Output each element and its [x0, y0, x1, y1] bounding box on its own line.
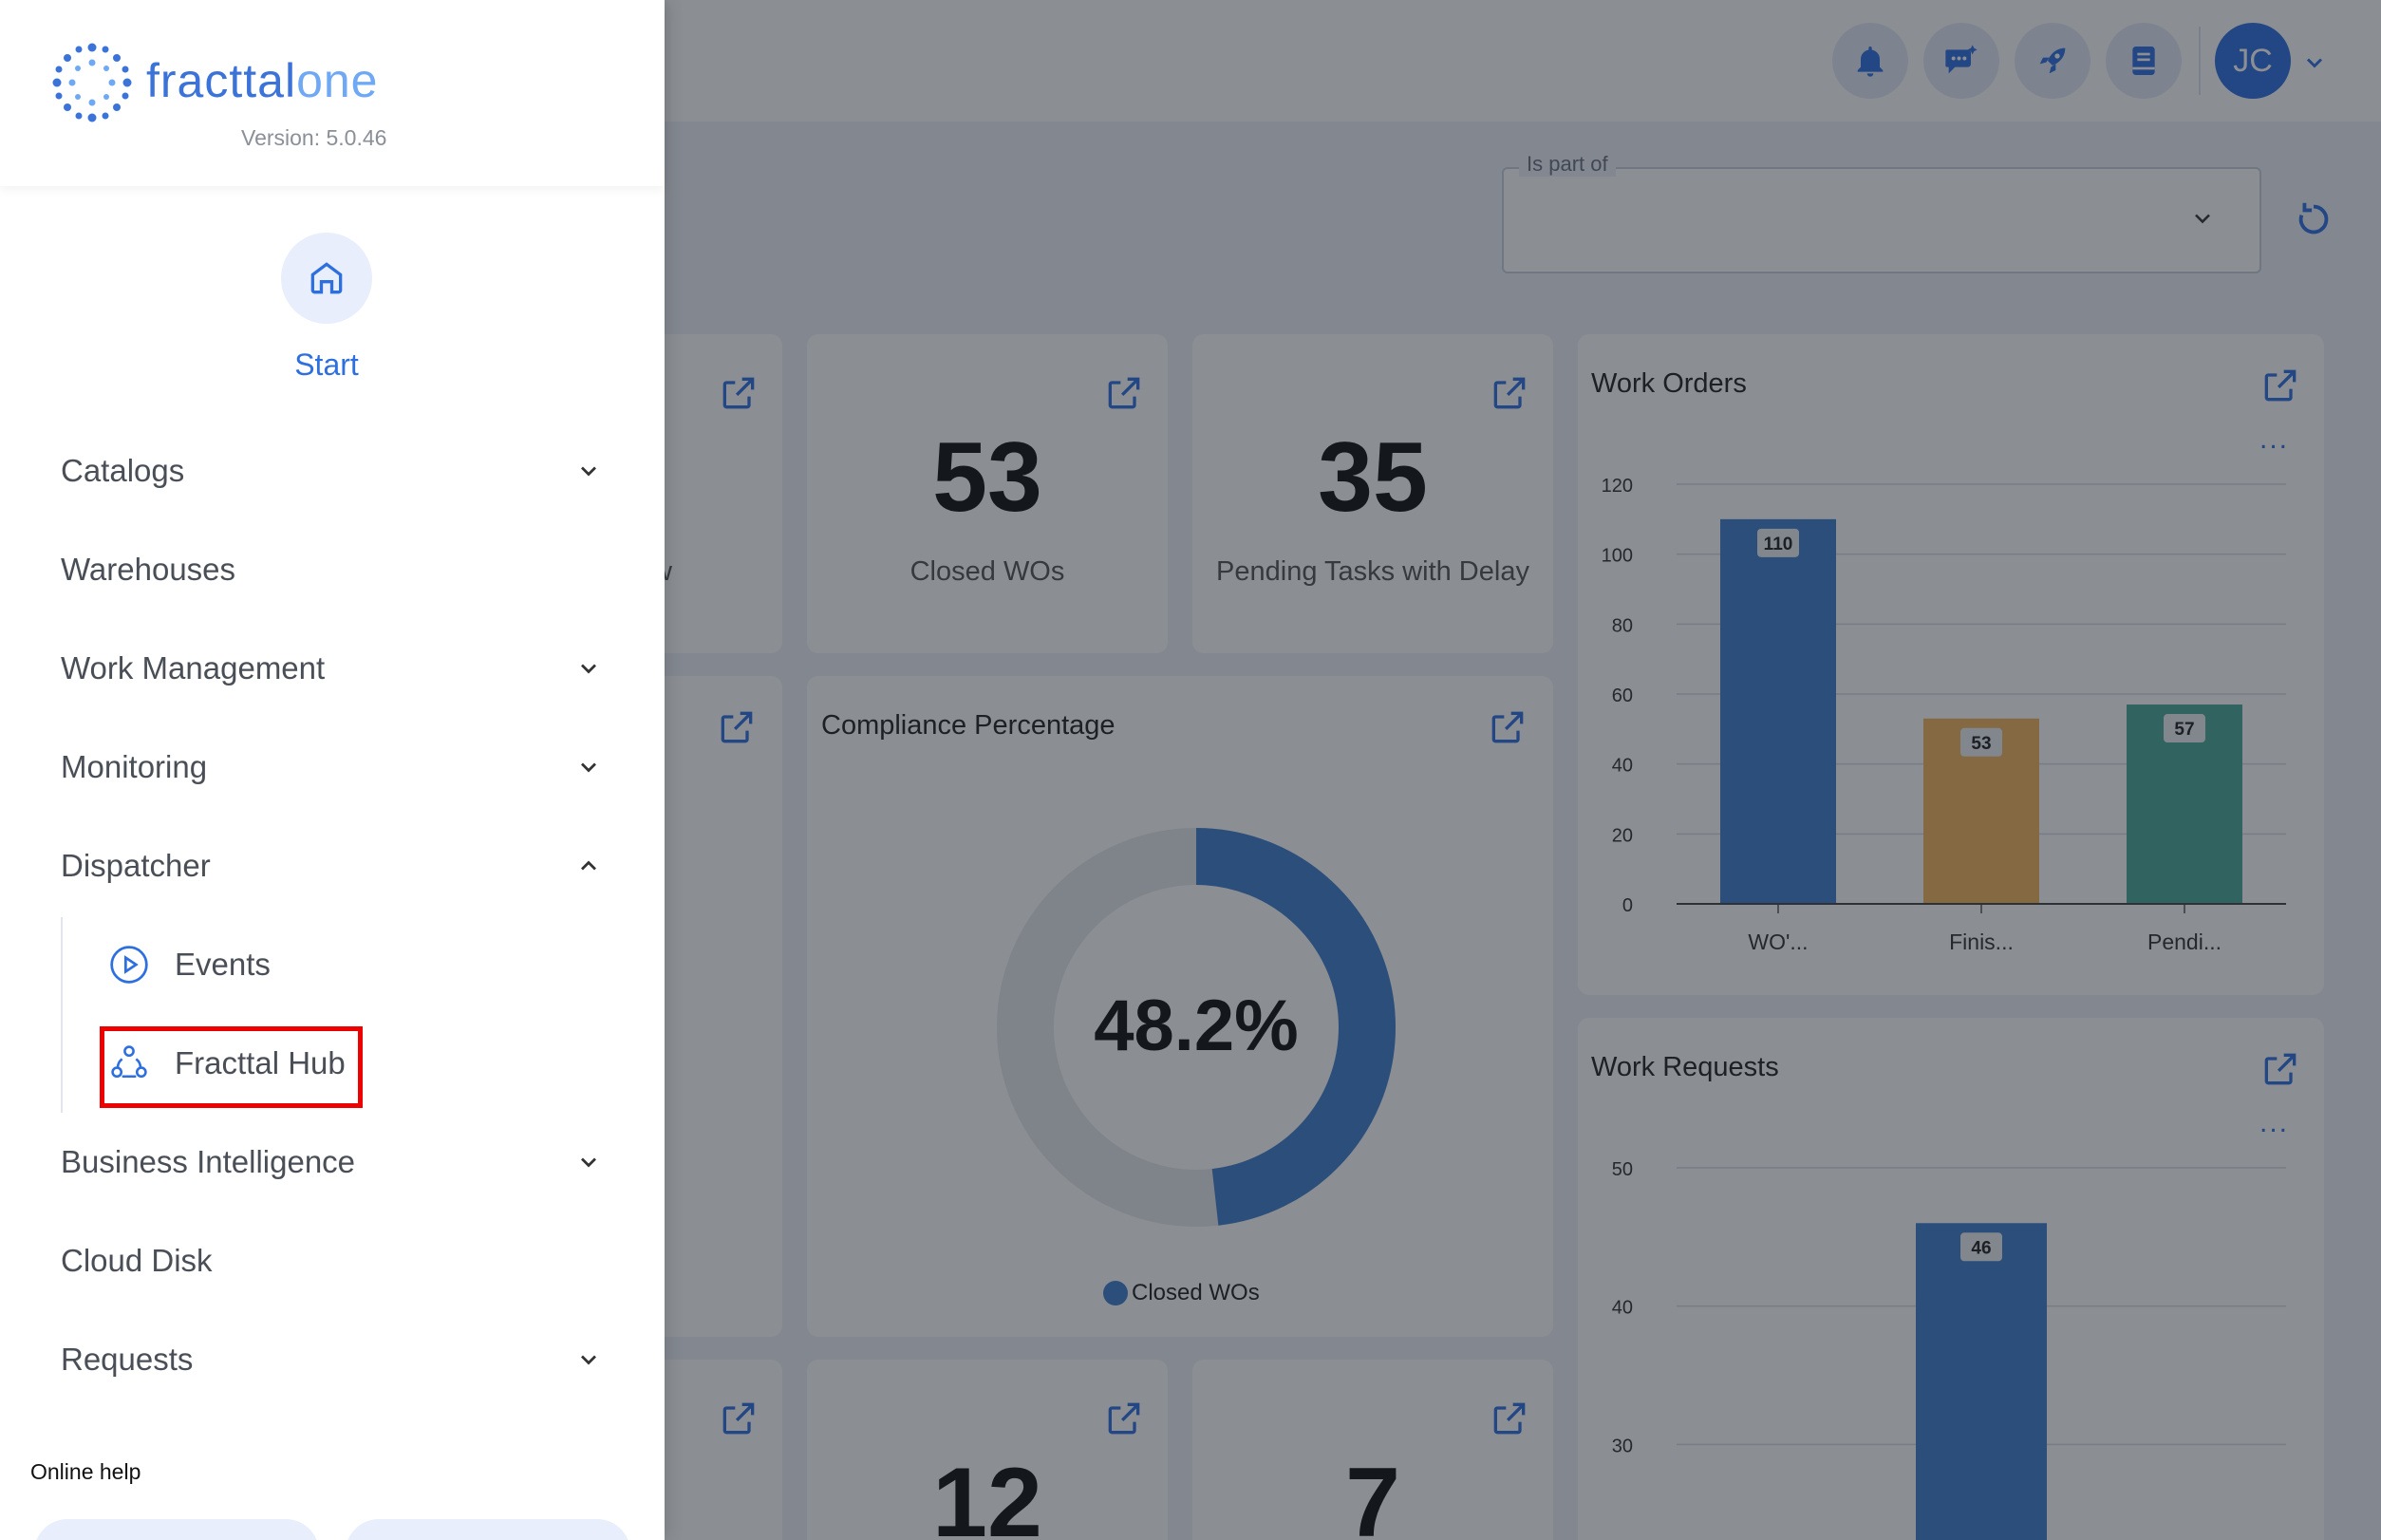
- sidebar-item-events[interactable]: Events: [108, 936, 271, 993]
- submenu-guide-line: [61, 917, 63, 1113]
- sidebar-item-warehouses[interactable]: Warehouses: [61, 541, 602, 598]
- version-label: Version: 5.0.46: [241, 125, 387, 150]
- chevron-down-icon: [581, 1355, 596, 1365]
- chevron-down-icon: [581, 1157, 596, 1168]
- help-button[interactable]: [346, 1519, 630, 1540]
- start-label[interactable]: Start: [232, 347, 422, 383]
- highlight-box: [100, 1026, 363, 1108]
- sidebar-item-label: Requests: [61, 1342, 194, 1377]
- sidebar-item-catalogs[interactable]: Catalogs: [61, 442, 602, 499]
- navigation-drawer: fracttalone Version: 5.0.46 Start Catalo…: [0, 0, 665, 1540]
- sidebar-item-label: Business Intelligence: [61, 1144, 356, 1179]
- sidebar-item-monitoring[interactable]: Monitoring: [61, 739, 602, 796]
- sidebar-header: fracttalone Version: 5.0.46: [0, 0, 665, 186]
- sidebar-item-label: Dispatcher: [61, 848, 211, 883]
- online-help-label: Online help: [30, 1459, 141, 1484]
- logo-text-part2: one: [296, 54, 379, 107]
- sidebar-item-business-intelligence[interactable]: Business Intelligence: [61, 1134, 602, 1191]
- chevron-up-icon: [581, 860, 596, 871]
- chevron-down-icon: [581, 762, 596, 773]
- chevron-down-icon: [581, 466, 596, 477]
- sidebar-item-label: Warehouses: [61, 552, 236, 587]
- help-button[interactable]: [34, 1519, 319, 1540]
- sidebar-item-requests[interactable]: Requests: [61, 1331, 602, 1388]
- sidebar-item-label: Catalogs: [61, 453, 185, 488]
- logo-wordmark: fracttalone: [146, 53, 379, 108]
- sidebar-item-label: Work Management: [61, 650, 326, 685]
- sidebar-item-work-management[interactable]: Work Management: [61, 640, 602, 697]
- logo-text-part1: fracttal: [146, 54, 297, 107]
- fracttal-logo-icon: [52, 43, 132, 122]
- start-button[interactable]: [281, 233, 372, 324]
- sidebar-item-label: Monitoring: [61, 749, 208, 784]
- sidebar-item-label: Cloud Disk: [61, 1243, 213, 1278]
- play-circle-icon: [110, 946, 148, 984]
- chevron-down-icon: [581, 664, 596, 674]
- sidebar-item-dispatcher[interactable]: Dispatcher: [61, 837, 602, 894]
- sidebar-item-cloud-disk[interactable]: Cloud Disk: [61, 1232, 602, 1289]
- home-icon: [310, 262, 343, 294]
- sidebar-item-label: Events: [175, 947, 271, 982]
